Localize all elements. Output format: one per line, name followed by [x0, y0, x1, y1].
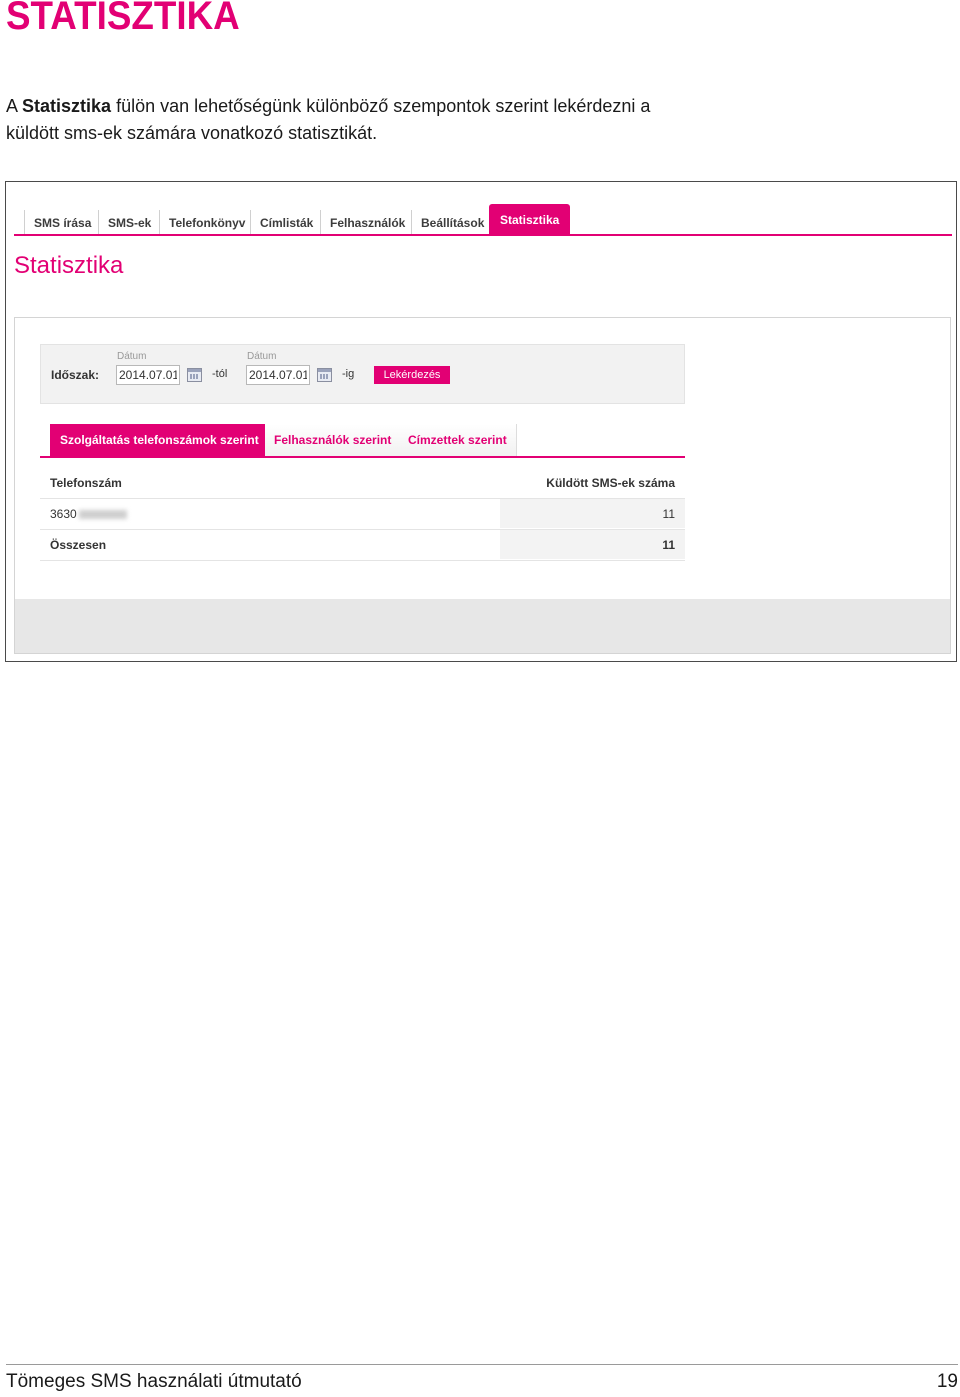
phone-cell: 3630: [50, 499, 127, 529]
query-button[interactable]: Lekérdezés: [374, 366, 450, 384]
count-cell: 11: [500, 499, 685, 528]
nav-tab-felhasznalok[interactable]: Felhasználók: [320, 210, 414, 236]
nav-tab-cimlistak[interactable]: Címlisták: [250, 210, 322, 236]
intro-paragraph: A Statisztika fülön van lehetőségünk kül…: [6, 93, 706, 147]
intro-bold-term: Statisztika: [22, 96, 112, 116]
total-label: Összesen: [50, 538, 107, 552]
nav-underline: [14, 234, 952, 236]
footer-divider: [6, 1364, 958, 1365]
subtab-by-service-number[interactable]: Szolgáltatás telefonszámok szerint: [50, 424, 269, 456]
column-header-count: Küldött SMS-ek száma: [546, 476, 675, 490]
footer-title: Tömeges SMS használati útmutató: [6, 1371, 302, 1392]
to-date-input[interactable]: [246, 365, 310, 385]
statistics-panel: Időszak: Dátum -tól Dátum -ig Lekérdezés…: [14, 317, 951, 654]
from-date-input[interactable]: [116, 365, 180, 385]
subtab-by-recipient[interactable]: Címzettek szerint: [399, 424, 517, 456]
document-title: STATISZTIKA: [6, 0, 240, 38]
page-heading: Statisztika: [14, 252, 124, 279]
table-row: 3630 11: [40, 499, 685, 530]
to-suffix: -ig: [342, 368, 355, 380]
phone-number: 3630: [50, 507, 77, 521]
subtab-by-user[interactable]: Felhasználók szerint: [265, 424, 402, 456]
nav-tab-statisztika[interactable]: Statisztika: [489, 204, 571, 236]
period-label: Időszak:: [51, 368, 100, 382]
main-nav: SMS írása SMS-ek Telefonkönyv Címlisták …: [14, 204, 952, 236]
nav-tab-telefonkonyv[interactable]: Telefonkönyv: [159, 210, 254, 236]
total-value: 11: [500, 530, 685, 559]
panel-footer-bar: [15, 599, 950, 653]
page-number: 19: [936, 1371, 958, 1392]
calendar-icon[interactable]: [317, 368, 332, 382]
from-date-caption: Dátum: [117, 351, 147, 362]
table-total-row: Összesen 11: [40, 530, 685, 561]
filter-box: Időszak: Dátum -tól Dátum -ig Lekérdezés: [40, 344, 685, 404]
nav-tab-beallitasok[interactable]: Beállítások: [411, 210, 493, 236]
column-header-phone: Telefonszám: [50, 476, 122, 490]
from-suffix: -tól: [212, 368, 228, 380]
app-screenshot: SMS írása SMS-ek Telefonkönyv Címlisták …: [5, 181, 957, 662]
subtabs-underline: [40, 456, 685, 458]
table-header: Telefonszám Küldött SMS-ek száma: [40, 468, 685, 499]
calendar-icon[interactable]: [187, 368, 202, 382]
statistics-table: Telefonszám Küldött SMS-ek száma 3630 11…: [40, 468, 685, 561]
intro-prefix: A: [6, 96, 23, 116]
nav-tab-sms-ek[interactable]: SMS-ek: [98, 210, 160, 236]
nav-tab-sms-iras[interactable]: SMS írása: [24, 210, 100, 236]
redacted-digits: [78, 510, 127, 520]
to-date-caption: Dátum: [247, 351, 277, 362]
statistics-subtabs: Szolgáltatás telefonszámok szerint Felha…: [40, 424, 685, 458]
